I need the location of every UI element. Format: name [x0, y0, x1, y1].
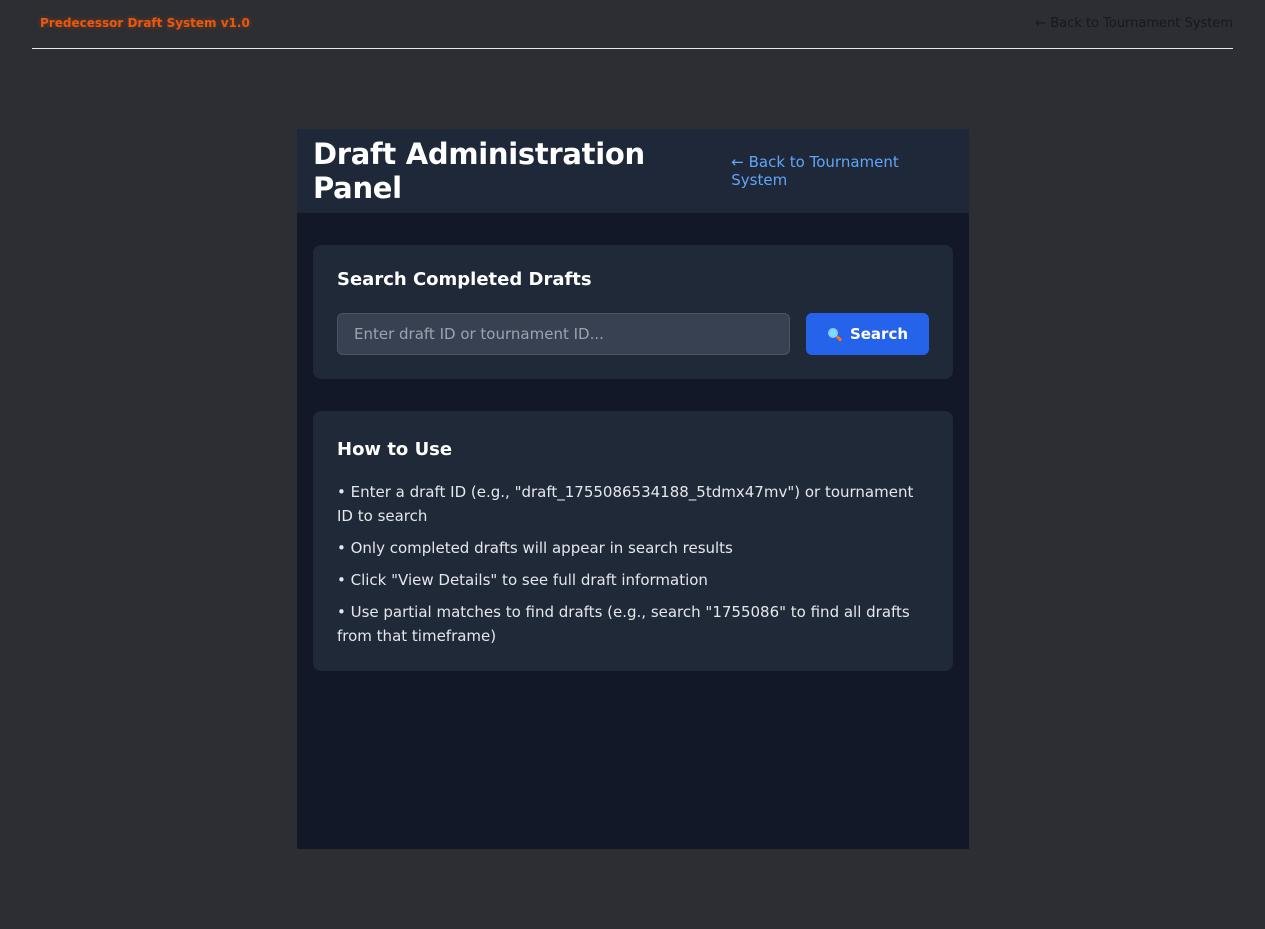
- panel-header: Draft Administration Panel ← Back to Tou…: [297, 129, 969, 213]
- help-item: • Click "View Details" to see full draft…: [337, 571, 708, 589]
- help-item: • Only completed drafts will appear in s…: [337, 539, 733, 557]
- help-item: • Use partial matches to find drafts (e.…: [337, 603, 910, 645]
- help-list: • Enter a draft ID (e.g., "draft_1755086…: [337, 480, 929, 648]
- help-card-title: How to Use: [337, 439, 453, 460]
- top-bar: Predecessor Draft System v1.0 ← Back to …: [32, 0, 1233, 49]
- search-row: Search: [337, 313, 929, 355]
- search-input[interactable]: [337, 313, 790, 355]
- top-back-link[interactable]: ← Back to Tournament System: [1035, 16, 1233, 31]
- app-brand: Predecessor Draft System v1.0: [40, 16, 250, 30]
- search-button[interactable]: Search: [806, 313, 929, 355]
- help-item: • Enter a draft ID (e.g., "draft_1755086…: [337, 483, 914, 525]
- magnifying-glass-icon: [827, 327, 843, 342]
- search-card: Search Completed Drafts Search: [313, 245, 953, 379]
- admin-panel: Draft Administration Panel ← Back to Tou…: [297, 129, 969, 849]
- search-button-label: Search: [849, 325, 909, 343]
- page-title: Draft Administration Panel: [313, 137, 645, 205]
- header-back-link[interactable]: ← Back to Tournament System: [731, 153, 953, 189]
- search-card-title: Search Completed Drafts: [337, 269, 592, 290]
- help-card: How to Use • Enter a draft ID (e.g., "dr…: [313, 411, 953, 671]
